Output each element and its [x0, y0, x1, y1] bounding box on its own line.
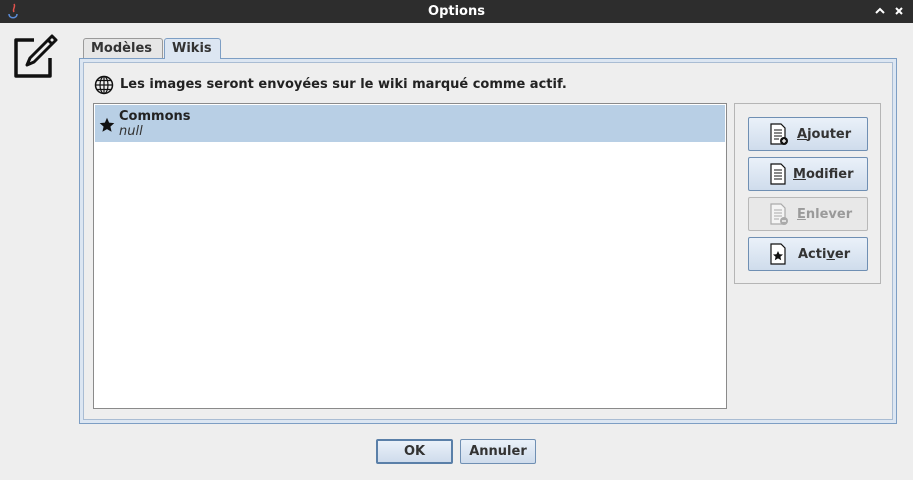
wiki-list[interactable]: Commons null [93, 103, 727, 409]
window-title: Options [428, 4, 485, 19]
document-star-icon [770, 243, 786, 265]
wiki-url: null [119, 124, 143, 139]
title-bar: Options [0, 0, 913, 23]
ajouter-button[interactable]: Ajouter [748, 117, 868, 151]
document-remove-icon [770, 203, 788, 225]
globe-icon [94, 75, 114, 95]
tab-modeles[interactable]: Modèles [83, 38, 163, 59]
cancel-button[interactable]: Annuler [460, 439, 536, 464]
info-text: Les images seront envoyées sur le wiki m… [120, 77, 567, 92]
document-add-icon [770, 123, 788, 145]
activer-button[interactable]: Activer [748, 237, 868, 271]
wiki-name: Commons [119, 109, 191, 124]
close-icon [895, 7, 903, 15]
enlever-button[interactable]: Enlever [748, 197, 868, 231]
modifier-button[interactable]: Modifier [748, 157, 868, 191]
list-item[interactable]: Commons null [95, 105, 725, 142]
close-button[interactable] [891, 2, 907, 21]
document-icon [770, 163, 786, 185]
star-icon [99, 117, 115, 132]
edit-icon [14, 34, 58, 78]
maximize-button[interactable] [872, 2, 888, 21]
tab-wikis[interactable]: Wikis [164, 38, 221, 59]
ok-button[interactable]: OK [376, 439, 453, 464]
up-arrow-icon [875, 7, 885, 14]
